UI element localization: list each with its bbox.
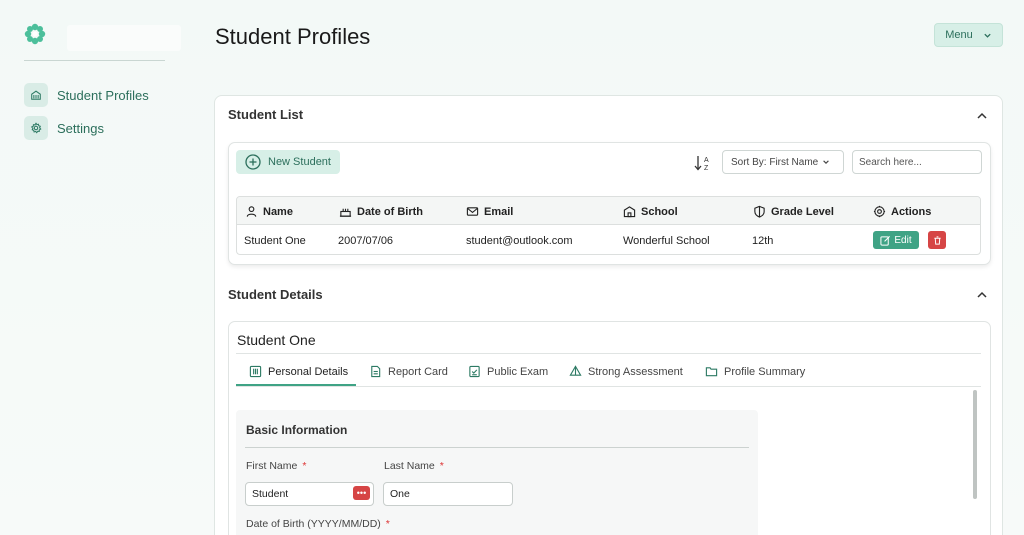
page-title: Student Profiles [215,24,371,49]
edit-button[interactable]: Edit [873,231,919,249]
dob-label: Date of Birth (YYYY/MM/DD) * [246,518,390,530]
sidebar-item-student-profiles[interactable]: Student Profiles [24,83,149,107]
new-student-button[interactable]: New Student [236,150,340,174]
chevron-down-icon [823,160,830,164]
menu-button[interactable]: Menu [934,23,1003,47]
sort-select[interactable]: Sort By: First Name [722,150,844,174]
form-section-title: Basic Information [246,423,348,437]
student-table: Name Date of Birth Email School Grade Le… [236,196,981,255]
divider [236,353,981,354]
cell-name: Student One [244,235,306,247]
sort-az-icon[interactable]: A Z [693,153,713,173]
required-marker: * [385,518,390,530]
cake-icon [339,208,352,217]
cell-email: student@outlook.com [466,235,573,247]
folder-icon [705,367,718,377]
envelope-icon [466,207,479,216]
new-student-label: New Student [268,156,331,168]
tab-report-card[interactable]: Report Card [369,365,448,378]
flower-logo-icon[interactable] [24,23,46,45]
column-header-grade[interactable]: Grade Level [753,205,834,218]
sidebar-item-settings[interactable]: Settings [24,116,104,140]
tab-personal-details[interactable]: Personal Details [249,365,348,378]
menu-label: Menu [945,29,973,41]
sidebar-item-label: Student Profiles [57,87,149,103]
column-header-name[interactable]: Name [245,205,293,218]
autofill-key-icon[interactable]: ••• [353,486,370,500]
column-header-school[interactable]: School [623,205,678,218]
plus-circle-icon [245,154,261,170]
chevron-up-icon[interactable] [976,109,988,121]
gear-icon [24,116,48,140]
chevron-up-icon[interactable] [976,288,988,300]
last-name-label: Last Name * [384,460,444,472]
cell-grade: 12th [752,235,774,247]
pyramid-icon [569,365,582,376]
student-details-title: Student Details [228,287,323,302]
document-icon [371,365,381,378]
shield-icon [754,205,765,218]
sidebar: Student Profiles Settings [0,0,190,535]
sidebar-item-label: Settings [57,120,104,136]
last-name-field[interactable]: One [383,482,513,506]
chevron-down-icon [984,33,991,38]
tab-profile-summary[interactable]: Profile Summary [705,365,805,378]
gear-icon [873,205,886,218]
school-icon [623,206,636,218]
tab-public-exam[interactable]: Public Exam [468,365,548,378]
column-header-actions: Actions [873,205,931,218]
column-header-email[interactable]: Email [466,205,513,218]
trash-icon [933,235,941,245]
sidebar-divider [24,60,165,61]
edit-label: Edit [894,234,912,246]
tabs-divider [236,386,981,387]
svg-text:A: A [704,157,709,164]
edit-icon [880,235,891,246]
first-name-label: First Name * [246,460,307,472]
required-marker: * [439,460,444,472]
sort-select-value: Sort By: First Name [731,156,819,168]
svg-text:Z: Z [704,165,709,172]
logo-text-placeholder [67,25,181,51]
cell-dob: 2007/07/06 [338,235,394,247]
search-input[interactable] [852,150,982,174]
table-header: Name Date of Birth Email School Grade Le… [237,197,980,225]
columns-icon [249,365,262,378]
student-name-heading: Student One [237,332,316,348]
cell-school: Wonderful School [623,235,710,247]
user-icon [246,206,257,217]
building-icon [24,83,48,107]
tab-strong-assessment[interactable]: Strong Assessment [569,365,683,378]
details-scrollbar[interactable] [973,390,977,499]
delete-button[interactable] [928,231,946,249]
student-list-title: Student List [228,107,304,122]
required-marker: * [302,460,307,472]
checklist-icon [469,365,480,378]
form-divider [245,447,749,448]
column-header-dob[interactable]: Date of Birth [339,205,423,218]
